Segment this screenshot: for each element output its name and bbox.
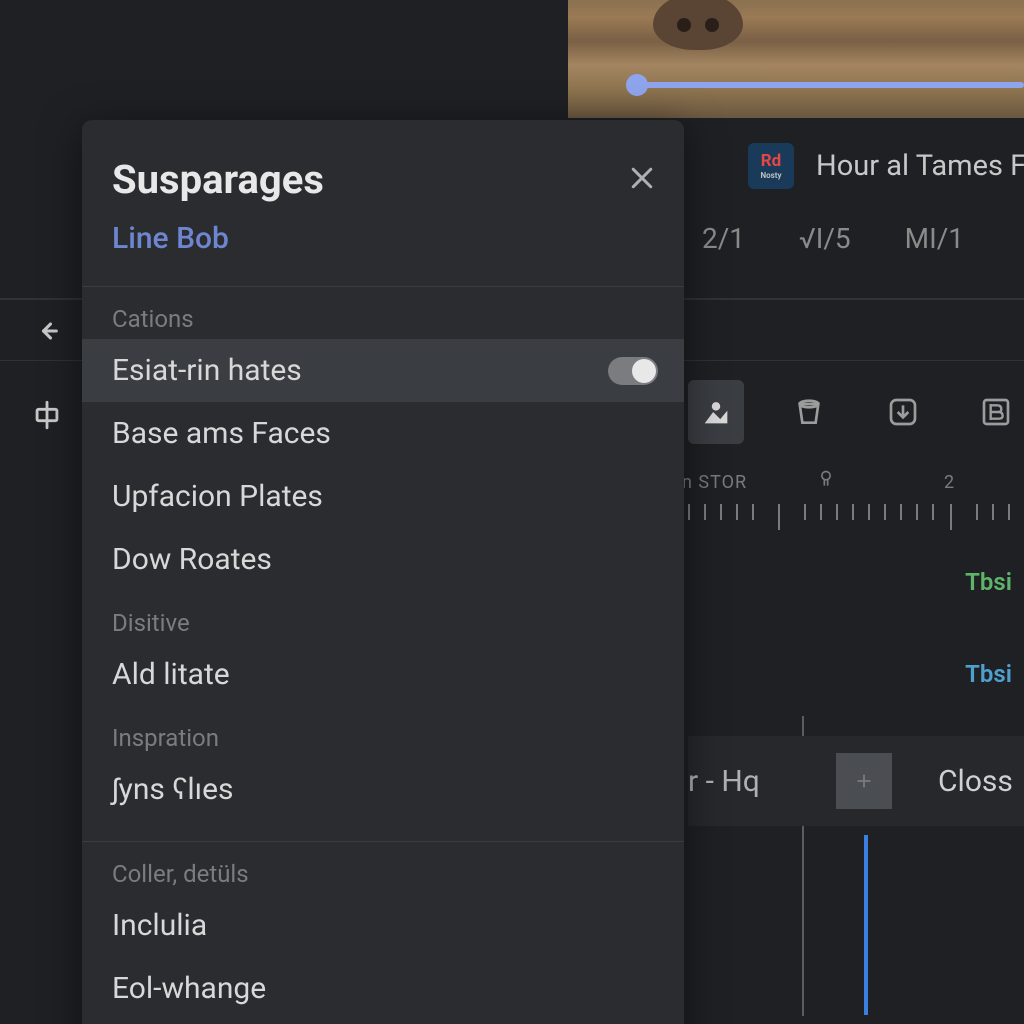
close-icon xyxy=(627,163,657,193)
menu-item-ald-litate[interactable]: Ald litate xyxy=(82,643,684,706)
tab-3[interactable]: MI/1 xyxy=(905,222,964,255)
track-left-label: r - Hq xyxy=(688,764,760,799)
track-label-green: Tbsi xyxy=(965,568,1012,596)
back-button[interactable] xyxy=(28,312,66,350)
align-center-icon xyxy=(30,398,64,432)
ruler-ticks xyxy=(688,504,1024,530)
video-info-row: Rd Nosty Hour al Tames F xyxy=(688,130,1024,202)
panel-subtitle[interactable]: Line Bob xyxy=(112,221,654,256)
tool-image[interactable] xyxy=(688,380,744,444)
panel-title: Susparages xyxy=(112,156,654,203)
menu-item-extra[interactable] xyxy=(82,1020,684,1024)
badge-bottom: Nosty xyxy=(760,172,781,180)
timeline: Tbsi Tbsi r - Hq Closs xyxy=(688,540,1024,1024)
menu-item-label: Inclulia xyxy=(112,908,207,943)
ruler-num: 2 xyxy=(944,472,955,493)
menu-item-label: Ald litate xyxy=(112,657,230,692)
menu-item-inclulia[interactable]: Inclulia xyxy=(82,894,684,957)
marker-icon xyxy=(816,468,836,490)
menu-item-base-ams[interactable]: Base ams Faces xyxy=(82,402,684,465)
track-right-label: Closs xyxy=(938,764,1013,799)
close-button[interactable] xyxy=(620,156,664,200)
image-icon xyxy=(699,395,733,429)
align-button[interactable] xyxy=(26,394,68,436)
tab-1[interactable]: 2/1 xyxy=(702,222,745,255)
section-heading-coller: Coller, detüls xyxy=(82,842,684,894)
tab-2[interactable]: √I/5 xyxy=(799,222,851,255)
app-badge[interactable]: Rd Nosty xyxy=(748,143,794,189)
menu-item-label: Base ams Faces xyxy=(112,416,331,451)
badge-top: Rd xyxy=(761,153,781,170)
track-row[interactable]: r - Hq Closs xyxy=(688,736,1024,826)
menu-item-label: Dow Roates xyxy=(112,542,272,577)
bold-icon xyxy=(980,396,1012,428)
section-heading-disitive: Disitive xyxy=(82,591,684,643)
tab-row: 2/1 √I/5 MI/1 xyxy=(688,210,1024,266)
video-title: Hour al Tames F xyxy=(816,149,1024,183)
ruler: n STOR 2 xyxy=(688,460,1024,540)
playhead-blue[interactable] xyxy=(864,835,868,1015)
tool-bucket[interactable] xyxy=(782,380,838,444)
menu-item-label: Eol-whange xyxy=(112,971,266,1006)
toggle-switch[interactable] xyxy=(608,357,658,385)
tool-bold[interactable] xyxy=(969,380,1024,444)
menu-item-eol-whange[interactable]: Eol-whange xyxy=(82,957,684,1020)
menu-item-upfacion[interactable]: Upfacion Plates xyxy=(82,465,684,528)
section-heading-inspration: Inspration xyxy=(82,706,684,758)
menu-item-esiatrin[interactable]: Esiat-rin hates xyxy=(82,339,684,402)
arrow-left-icon xyxy=(33,317,61,345)
bucket-icon xyxy=(793,396,825,428)
track-label-blue: Tbsi xyxy=(965,660,1012,688)
menu-item-syns-tiles[interactable]: ʃyns ʕlıes xyxy=(82,758,684,821)
settings-panel: Susparages Line Bob Cations Esiat-rin ha… xyxy=(82,120,684,1024)
seek-thumb[interactable] xyxy=(626,74,648,96)
tool-download[interactable] xyxy=(875,380,931,444)
video-preview[interactable] xyxy=(568,0,1024,118)
section-heading-cations: Cations xyxy=(82,287,684,339)
tool-row xyxy=(688,376,1024,448)
track-thumb[interactable] xyxy=(836,753,892,809)
ruler-label: n STOR xyxy=(682,472,747,493)
seek-track[interactable] xyxy=(628,82,1024,88)
panel-header: Susparages Line Bob xyxy=(82,120,684,266)
plus-icon xyxy=(853,770,875,792)
preview-image xyxy=(653,0,743,50)
menu-item-label: ʃyns ʕlıes xyxy=(112,772,233,807)
menu-item-label: Esiat-rin hates xyxy=(112,353,302,388)
menu-item-label: Upfacion Plates xyxy=(112,479,323,514)
menu-item-dow-roates[interactable]: Dow Roates xyxy=(82,528,684,591)
download-icon xyxy=(887,396,919,428)
